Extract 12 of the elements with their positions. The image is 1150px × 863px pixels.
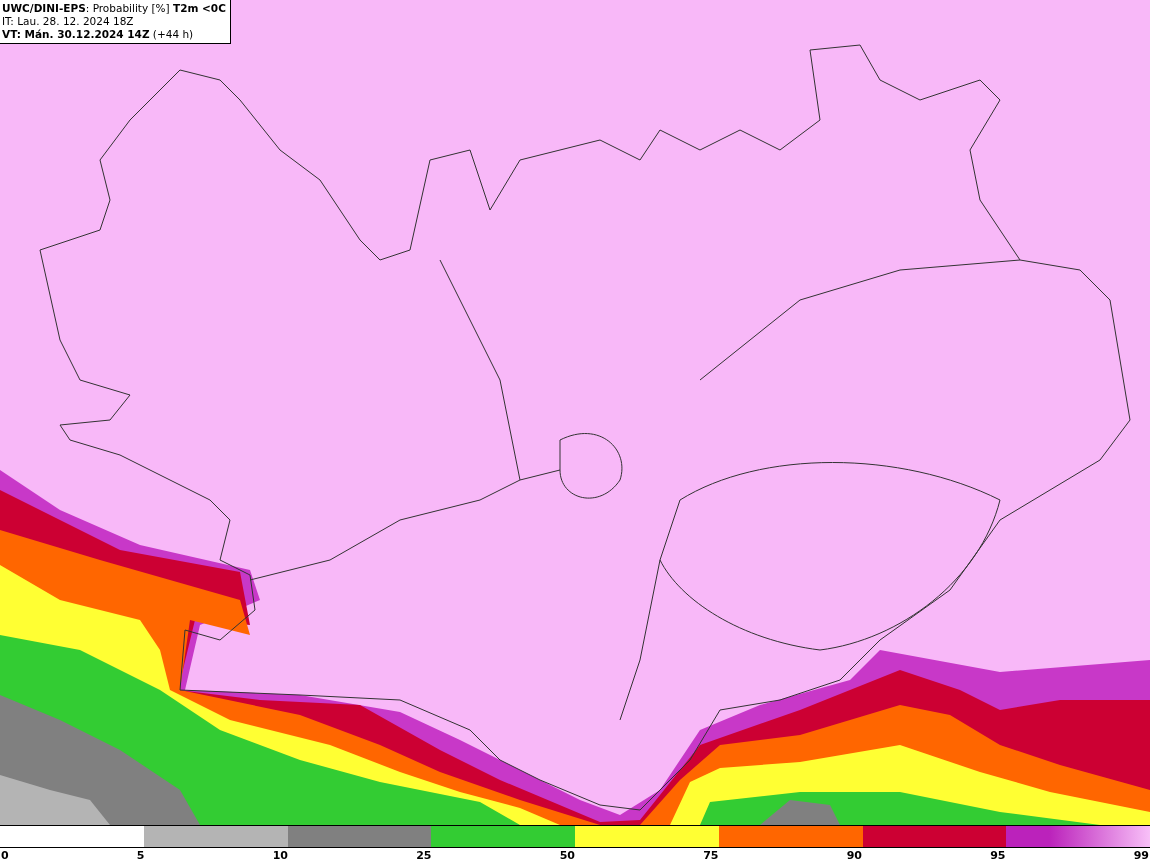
legend-label: 25 <box>416 848 432 863</box>
legend-label: 90 <box>846 848 862 863</box>
legend-label: 95 <box>990 848 1006 863</box>
legend-label: 10 <box>272 848 288 863</box>
legend-label: 75 <box>703 848 719 863</box>
legend-label: 5 <box>136 848 145 863</box>
legend-label: 50 <box>559 848 575 863</box>
init-time: IT: Lau. 28. 12. 2024 18Z <box>2 15 135 28</box>
legend-label: 99 <box>1133 848 1149 863</box>
valid-time: VT: Mán. 30.12.2024 14Z (+44 h) <box>2 28 195 41</box>
map-title: UWC/DINI-EPS: Probability [%] T2m <0C <box>2 2 226 15</box>
legend-label: 0 <box>1 848 9 863</box>
